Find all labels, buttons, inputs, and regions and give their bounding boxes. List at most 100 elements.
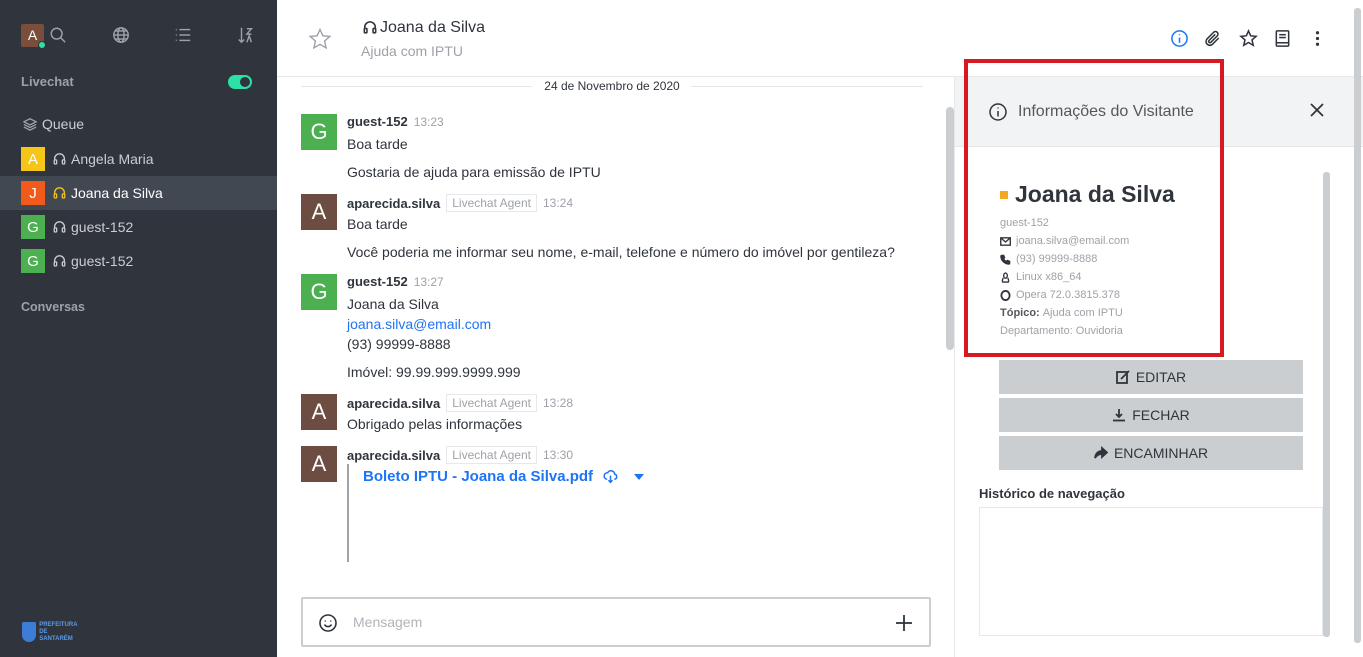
panel-header: Informações do Visitante: [955, 77, 1363, 147]
visitor-browser: Opera 72.0.3815.378: [1000, 289, 1120, 301]
message-username[interactable]: guest-152: [347, 274, 408, 289]
download-icon: [1113, 409, 1126, 422]
room-item-guest-152-2[interactable]: G guest-152: [0, 244, 277, 278]
message-username[interactable]: aparecida.silva: [347, 396, 440, 411]
logo-text-line-2: SANTARÉM: [39, 635, 73, 642]
shield-icon: [22, 622, 37, 642]
panel-title: Informações do Visitante: [1018, 103, 1194, 120]
plus-icon[interactable]: [894, 613, 914, 633]
favorite-star-icon[interactable]: [308, 27, 332, 51]
message-time: 13:30: [542, 448, 573, 462]
avatar[interactable]: G: [301, 274, 337, 310]
user-avatar[interactable]: A: [21, 23, 46, 49]
visitor-phone-text: (93) 99999-8888: [1016, 253, 1098, 265]
visitor-os-text: Linux x86_64: [1016, 271, 1082, 283]
message-username[interactable]: guest-152: [347, 114, 408, 129]
livechat-room-list: A Angela Maria J Joana da Silva G guest-…: [0, 142, 277, 278]
collapse-caret-icon[interactable]: [634, 473, 645, 480]
room-title: Joana da Silva: [363, 19, 485, 37]
download-cloud-icon[interactable]: [603, 469, 618, 484]
edit-button-label: EDITAR: [1135, 369, 1187, 385]
panel-scrollbar[interactable]: [1323, 172, 1330, 637]
attachment-title: Boleto IPTU - Joana da Silva.pdf: [363, 468, 645, 485]
info-icon: [988, 102, 1008, 122]
close-chat-button[interactable]: FECHAR: [999, 398, 1303, 432]
page-scrollbar[interactable]: [1354, 0, 1362, 657]
avatar[interactable]: A: [301, 394, 337, 430]
forward-button[interactable]: ENCAMINHAR: [999, 436, 1303, 470]
role-badge: Livechat Agent: [446, 446, 537, 464]
message-text: (93) 99999-8888: [347, 336, 451, 352]
department-value: Ouvidoria: [1075, 325, 1123, 337]
star-icon[interactable]: [1238, 28, 1258, 48]
room-name: Joana da Silva: [71, 185, 163, 201]
avatar[interactable]: A: [301, 446, 337, 482]
paperclip-icon[interactable]: [1204, 28, 1224, 48]
phone-icon: [1000, 254, 1011, 265]
visitor-status-indicator: [1000, 190, 1008, 199]
message-text: Você poderia me informar seu nome, e-mai…: [347, 244, 895, 260]
livechat-icon: [53, 186, 66, 199]
linux-icon: [1001, 271, 1010, 283]
room-topic: Ajuda com IPTU: [361, 43, 463, 59]
room-name: guest-152: [71, 253, 134, 269]
livechat-section: Livechat: [21, 74, 252, 89]
room-item-guest-152[interactable]: G guest-152: [0, 210, 277, 244]
edit-button[interactable]: EDITAR: [999, 360, 1303, 394]
close-icon[interactable]: [1309, 102, 1325, 118]
message-text: Gostaria de ajuda para emissão de IPTU: [347, 164, 601, 180]
visitor-phone: (93) 99999-8888: [1000, 253, 1097, 265]
avatar[interactable]: G: [301, 114, 337, 150]
room-item-angela-maria[interactable]: A Angela Maria: [0, 142, 277, 176]
role-badge: Livechat Agent: [446, 194, 537, 212]
message-text: Imóvel: 99.99.999.9999.999: [347, 364, 521, 380]
kebab-menu-icon[interactable]: [1307, 28, 1327, 48]
room-title-text: Joana da Silva: [380, 19, 485, 36]
queue-label: Queue: [42, 116, 85, 132]
close-chat-button-label: FECHAR: [1132, 407, 1190, 423]
globe-icon[interactable]: [111, 25, 131, 45]
file-attachment: Boleto IPTU - Joana da Silva.pdf: [347, 464, 657, 562]
livechat-icon: [53, 220, 66, 233]
date-divider: 24 de Novembro de 2020: [301, 79, 923, 93]
logo-text-line-1: PREFEITURA DE: [39, 621, 78, 635]
message-header: aparecida.silva Livechat Agent 13:30: [347, 446, 573, 464]
header-actions: [1169, 28, 1327, 48]
emoji-icon[interactable]: [318, 613, 338, 633]
message-username[interactable]: aparecida.silva: [347, 196, 440, 211]
list-icon[interactable]: [173, 25, 193, 45]
avatar[interactable]: A: [301, 194, 337, 230]
role-badge: Livechat Agent: [446, 394, 537, 412]
message-header: guest-152 13:27: [347, 274, 444, 289]
navigation-history-label: Histórico de navegação: [979, 486, 1125, 501]
message-list-scrollbar[interactable]: [946, 107, 954, 350]
online-status-dot: [38, 40, 46, 49]
info-icon[interactable]: [1169, 28, 1189, 48]
email-link[interactable]: joana.silva@email.com: [347, 316, 491, 332]
message-username[interactable]: aparecida.silva: [347, 448, 440, 463]
share-arrow-icon: [1094, 446, 1108, 460]
sidebar-toolbar: A: [21, 22, 256, 49]
message-time: 13:23: [413, 114, 444, 129]
sort-icon[interactable]: [236, 25, 256, 45]
queue-link[interactable]: Queue: [23, 116, 84, 132]
navigation-history-box: [979, 507, 1323, 636]
avatar: G: [21, 249, 45, 273]
visitor-username-text: guest-152: [1000, 217, 1049, 229]
logo-text: PREFEITURA DE SANTARÉM: [39, 622, 82, 643]
room-item-joana-da-silva[interactable]: J Joana da Silva: [0, 176, 277, 210]
attachment-link[interactable]: Boleto IPTU - Joana da Silva.pdf: [363, 468, 593, 485]
topic-label: Tópico:: [1000, 307, 1040, 319]
message-text: Boa tarde: [347, 136, 408, 152]
livechat-toggle[interactable]: [228, 74, 252, 89]
layers-icon: [23, 118, 37, 131]
message-time: 13:27: [413, 274, 444, 289]
page-scrollbar-thumb[interactable]: [1354, 8, 1361, 643]
livechat-icon: [53, 254, 66, 267]
conversations-section-label: Conversas: [21, 300, 85, 314]
book-icon[interactable]: [1273, 28, 1293, 48]
livechat-icon: [53, 152, 66, 165]
message-input[interactable]: Mensagem: [353, 614, 422, 630]
visitor-name-text: Joana da Silva: [1015, 181, 1175, 207]
search-icon[interactable]: [48, 25, 68, 45]
